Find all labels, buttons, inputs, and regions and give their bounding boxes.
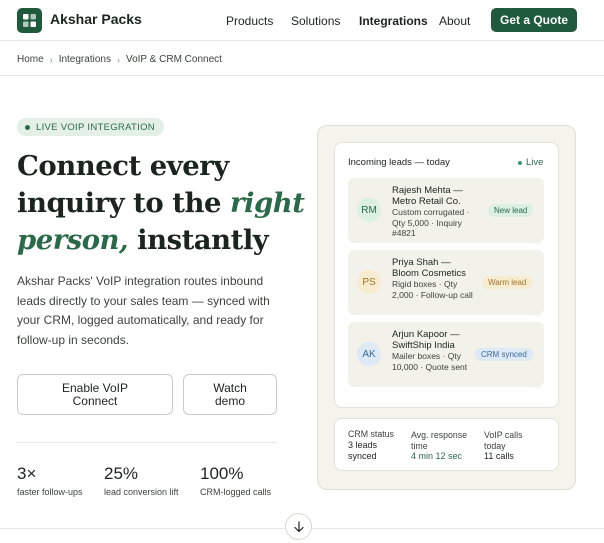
breadcrumb-divider: [0, 75, 604, 76]
pill-label: LIVE VOIP INTEGRATION: [36, 121, 155, 133]
site-header: Akshar Packs Products Solutions Integrat…: [0, 0, 604, 41]
stats-divider: [17, 442, 277, 443]
brand-name[interactable]: Akshar Packs: [50, 11, 142, 27]
breadcrumb-separator-icon: ›: [116, 54, 120, 65]
lead-item[interactable]: RM Rajesh Mehta — Metro Retail Co. Custo…: [348, 178, 544, 243]
breadcrumb: Home › Integrations › VoIP & CRM Connect: [17, 54, 222, 65]
voip-calls-label: VoIP calls today: [484, 430, 523, 451]
title-highlight-right: right: [230, 187, 305, 219]
hero-title: Connect every inquiry to the right perso…: [17, 148, 307, 259]
stat-label: lead conversion lift: [104, 487, 179, 497]
lead-name: Arjun Kapoor — SwiftShip India: [392, 329, 460, 351]
avatar: AK: [357, 342, 381, 366]
lead-item[interactable]: PS Priya Shah — Bloom Cosmetics Rigid bo…: [348, 250, 544, 315]
stat-value: 3×: [17, 464, 37, 483]
nav-products[interactable]: Products: [226, 14, 273, 28]
title-highlight-person: person,: [17, 224, 129, 256]
watch-demo-button[interactable]: Watch demo: [183, 374, 277, 415]
live-label: Live: [526, 157, 544, 168]
stat-label: faster follow-ups: [17, 487, 83, 497]
title-line-2a: inquiry to the: [17, 187, 231, 219]
stat-value: 25%: [104, 464, 139, 483]
breadcrumb-separator-icon: ›: [49, 54, 53, 65]
lead-item[interactable]: AK Arjun Kapoor — SwiftShip India Mailer…: [348, 322, 544, 387]
crm-status-value: 3 leads synced: [348, 440, 378, 461]
stat-label: CRM-logged calls: [200, 487, 272, 497]
stat-value: 100%: [200, 464, 244, 483]
status-dot-icon: [25, 124, 30, 130]
scroll-down-button[interactable]: [285, 513, 312, 540]
get-quote-button[interactable]: Get a Quote: [491, 8, 577, 32]
status-badge: New lead: [488, 204, 534, 217]
live-dot-icon: [518, 160, 522, 165]
voip-calls-value: 11 calls: [484, 451, 514, 461]
lead-name: Rajesh Mehta — Metro Retail Co.: [392, 185, 463, 207]
arrow-down-icon: [293, 520, 305, 533]
leads-title: Incoming leads — today: [348, 157, 450, 168]
title-line-1: Connect every: [17, 150, 229, 182]
live-indicator: Live: [518, 157, 543, 168]
status-badge: Warm lead: [482, 276, 533, 289]
status-badge: CRM synced: [475, 348, 533, 361]
avg-response-value: 4 min 12 sec: [411, 451, 463, 461]
grid-logo-icon[interactable]: [17, 8, 42, 33]
lead-name: Priya Shah — Bloom Cosmetics: [392, 257, 466, 279]
avatar: RM: [357, 198, 381, 222]
avatar: PS: [357, 270, 381, 294]
lead-details: Rigid boxes · Qty 2,000 · Follow-up call: [392, 279, 473, 300]
crm-status-label: CRM status: [348, 429, 394, 439]
title-line-3b: instantly: [128, 224, 269, 256]
integration-pill: LIVE VOIP INTEGRATION: [17, 118, 164, 136]
nav-about[interactable]: About: [439, 14, 470, 28]
lead-details: Mailer boxes · Qty 10,000 · Quote sent: [392, 351, 468, 372]
breadcrumb-integrations[interactable]: Integrations: [59, 54, 111, 65]
breadcrumb-current: VoIP & CRM Connect: [125, 54, 222, 65]
nav-integrations[interactable]: Integrations: [359, 14, 428, 28]
avg-response-label: Avg. response time: [411, 430, 468, 451]
breadcrumb-home[interactable]: Home: [17, 54, 44, 65]
enable-voip-button[interactable]: Enable VoIP Connect: [17, 374, 173, 415]
nav-solutions[interactable]: Solutions: [291, 14, 340, 28]
lead-details: Custom corrugated · Qty 5,000 · Inquiry …: [392, 207, 470, 238]
hero-description: Akshar Packs' VoIP integration routes in…: [17, 274, 270, 347]
